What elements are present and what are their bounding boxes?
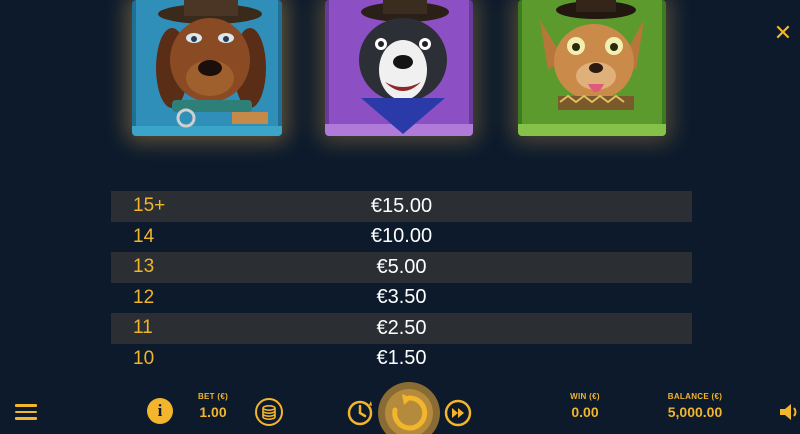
boston-terrier-bandana-symbol <box>325 0 473 136</box>
turbo-icon[interactable] <box>443 398 473 428</box>
payout-value: €3.50 <box>376 286 427 309</box>
bottom-control-bar: i BET (€) 1.00 WIN (€) 0.00 BALANCE (€) … <box>0 378 800 434</box>
symbol-count: 11 <box>133 317 153 339</box>
boston-terrier-art <box>325 0 473 136</box>
table-row: 11 €2.50 <box>111 313 692 344</box>
payout-value: €5.00 <box>376 255 427 278</box>
coin-stack-icon[interactable] <box>255 398 283 426</box>
spin-button[interactable] <box>384 388 434 434</box>
chihuahua-bandit-symbol <box>518 0 666 136</box>
sound-icon[interactable] <box>778 402 800 422</box>
payout-value: €2.50 <box>376 316 427 339</box>
table-row: 13 €5.00 <box>111 252 692 283</box>
table-row: 15+ €15.00 <box>111 191 692 222</box>
symbol-count: 13 <box>133 256 155 278</box>
autoplay-icon[interactable] <box>345 398 375 428</box>
balance-value: 5,000.00 <box>667 404 723 420</box>
payout-value: €15.00 <box>370 194 433 217</box>
symbol-count: 14 <box>133 225 155 247</box>
balance-label: BALANCE (€) <box>667 392 723 401</box>
win-label: WIN (€) <box>570 392 600 401</box>
bet-value: 1.00 <box>199 404 227 420</box>
table-row: 10 €1.50 <box>111 344 692 375</box>
symbol-count: 12 <box>133 286 155 308</box>
chihuahua-bandit-art <box>518 0 666 136</box>
symbol-count: 15+ <box>133 195 166 217</box>
win-value: 0.00 <box>571 404 599 420</box>
table-row: 14 €10.00 <box>111 222 692 253</box>
table-row: 12 €3.50 <box>111 283 692 314</box>
symbol-row <box>0 0 800 150</box>
paytable: 15+ €15.00 14 €10.00 13 €5.00 12 €3.50 1… <box>111 191 692 374</box>
info-button[interactable]: i <box>147 398 173 424</box>
dachshund-sheriff-art <box>132 0 282 136</box>
symbol-count: 10 <box>133 347 155 369</box>
bet-label: BET (€) <box>197 392 229 401</box>
payout-value: €10.00 <box>370 225 433 248</box>
payout-value: €1.50 <box>376 347 427 370</box>
close-icon[interactable]: ✕ <box>772 22 794 44</box>
menu-icon[interactable] <box>15 404 37 420</box>
dachshund-sheriff-symbol <box>132 0 282 136</box>
